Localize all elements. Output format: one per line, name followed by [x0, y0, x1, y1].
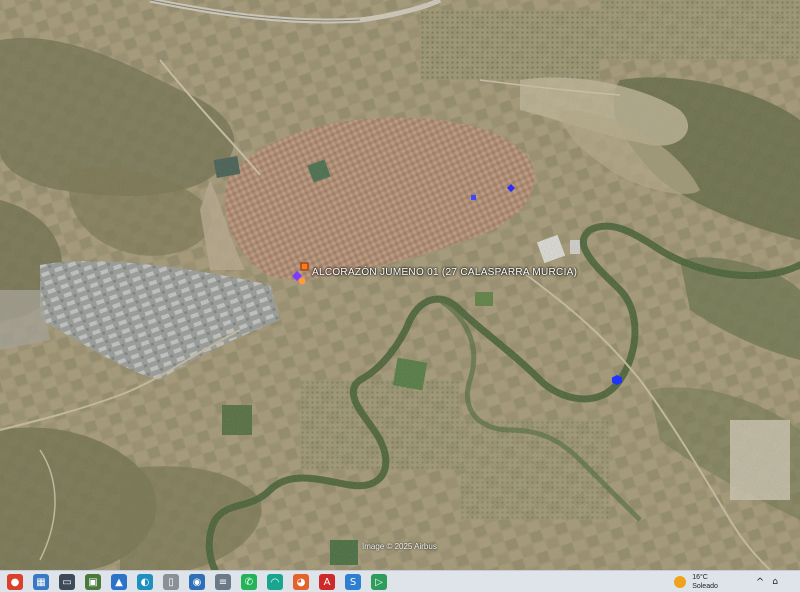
- orange-dot-marker[interactable]: [297, 276, 307, 286]
- control-panel-icon[interactable]: ▣: [85, 574, 101, 590]
- firefox-icon[interactable]: ◕: [293, 574, 309, 590]
- acrobat-icon[interactable]: A: [319, 574, 335, 590]
- document-icon[interactable]: ▯: [163, 574, 179, 590]
- weather-widget[interactable]: 16°C Soleado: [692, 573, 718, 591]
- file-manager-icon[interactable]: ◉: [189, 574, 205, 590]
- explorer-icon[interactable]: ▭: [59, 574, 75, 590]
- weather-temperature: 16°C: [692, 574, 708, 581]
- network-icon[interactable]: ⌂: [772, 577, 778, 587]
- recycle-bin-icon[interactable]: ▦: [33, 574, 49, 590]
- satellite-imagery: [0, 0, 800, 570]
- blue-location-marker[interactable]: [506, 183, 516, 193]
- taskbar-icons: ● ▦ ▭ ▣ ▲ ◐ ▯ ◉ ≡ ✆ ◠ ◕ A S ▷: [0, 574, 392, 590]
- notepad-icon[interactable]: ≡: [215, 574, 231, 590]
- tray-chevron-icon[interactable]: ^: [756, 577, 764, 588]
- sun-icon[interactable]: [674, 576, 687, 588]
- green-app-icon[interactable]: ▷: [371, 574, 387, 590]
- imagery-credit: Image © 2025 Airbus: [362, 542, 437, 551]
- photos-icon[interactable]: ▲: [111, 574, 127, 590]
- chrome-icon[interactable]: ●: [7, 574, 23, 590]
- windows-taskbar: ● ▦ ▭ ▣ ▲ ◐ ▯ ◉ ≡ ✆ ◠ ◕ A S ▷ 16°C Soleado ^ ⌂: [0, 570, 800, 592]
- system-tray: 16°C Soleado ^ ⌂: [674, 571, 800, 592]
- whatsapp-icon[interactable]: ✆: [241, 574, 257, 590]
- s-app-icon[interactable]: S: [345, 574, 361, 590]
- weather-condition: Soleado: [692, 583, 718, 590]
- satellite-map[interactable]: ALCORAZÓN JUMENO 01 (27 CALASPARRA MURCI…: [0, 0, 800, 570]
- copilot-icon[interactable]: ◠: [267, 574, 283, 590]
- place-label: ALCORAZÓN JUMENO 01 (27 CALASPARRA MURCI…: [312, 267, 578, 278]
- blue-hexagon-marker[interactable]: [611, 374, 623, 386]
- edge-icon[interactable]: ◐: [137, 574, 153, 590]
- blue-location-marker-small[interactable]: [470, 194, 478, 202]
